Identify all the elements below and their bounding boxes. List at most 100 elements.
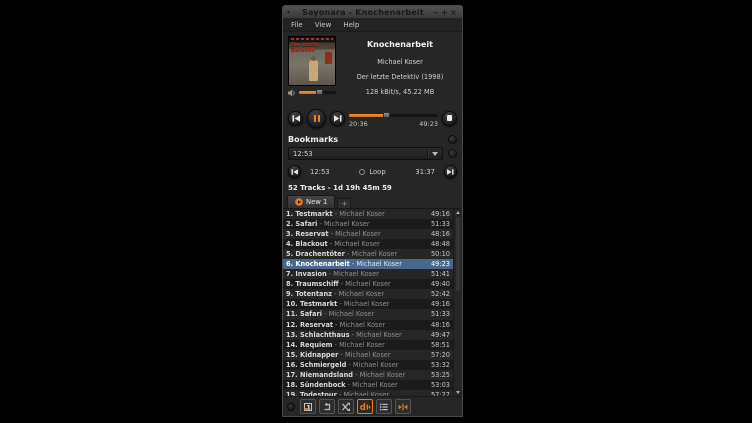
track-number-title: 14. Requiem: [286, 341, 333, 349]
tab-label: New 1: [306, 198, 327, 206]
bookmark-next-button[interactable]: [444, 165, 457, 178]
scroll-thumb[interactable]: [456, 217, 460, 291]
track-artist: - Michael Koser: [327, 270, 379, 278]
track-row[interactable]: 15. Kidnapper - Michael Koser 57:20: [283, 350, 462, 360]
titlebar[interactable]: ▾ Sayonara - Knochenarbeit − + ×: [283, 6, 462, 19]
cover-accent: [325, 52, 332, 64]
track-main: 13. Schlachthaus - Michael Koser: [286, 331, 431, 339]
play-icon: [295, 198, 303, 206]
track-row[interactable]: 2. Safari - Michael Koser 51:33: [283, 219, 462, 229]
seek-handle[interactable]: [383, 112, 390, 118]
playlist: 1. Testmarkt - Michael Koser 49:16 2. Sa…: [283, 209, 462, 396]
track-number-title: 4. Blackout: [286, 240, 328, 248]
gapless-button[interactable]: [395, 399, 411, 414]
track-time: 58:51: [431, 341, 450, 349]
bookmark-remove-button[interactable]: [448, 149, 457, 158]
previous-button[interactable]: [288, 111, 303, 126]
seek-fill: [349, 114, 386, 117]
pause-button[interactable]: [307, 109, 326, 128]
track-row[interactable]: 17. Niemandsland - Michael Koser 53:25: [283, 370, 462, 380]
repeat-all-icon: [322, 402, 332, 412]
playlist-tabbar: New 1 +: [283, 194, 462, 209]
track-time: 49:16: [431, 300, 450, 308]
bookmark-prev-button[interactable]: [288, 165, 301, 178]
tab-new-1[interactable]: New 1: [287, 195, 335, 208]
track-row[interactable]: 7. Invasion - Michael Koser 51:41: [283, 269, 462, 279]
close-button[interactable]: ×: [449, 6, 458, 19]
track-row[interactable]: 16. Schmiergeld - Michael Koser 53:32: [283, 360, 462, 370]
scroll-down-icon[interactable]: [456, 391, 460, 394]
bookmark-select[interactable]: 12:53: [288, 147, 443, 160]
now-playing-title: Knochenarbeit: [343, 40, 457, 49]
repeat-one-button[interactable]: 1: [300, 399, 316, 414]
track-number-title: 8. Traumschiff: [286, 280, 339, 288]
track-row[interactable]: 12. Reservat - Michael Koser 48:16: [283, 320, 462, 330]
track-row[interactable]: 10. Testmarkt - Michael Koser 49:16: [283, 299, 462, 309]
track-main: 3. Reservat - Michael Koser: [286, 230, 431, 238]
append-button[interactable]: [376, 399, 392, 414]
minimize-button[interactable]: −: [431, 6, 440, 19]
window-title: Sayonara - Knochenarbeit: [295, 8, 431, 17]
seek-slider[interactable]: [349, 114, 438, 117]
tab-add-button[interactable]: +: [337, 198, 351, 208]
shuffle-button[interactable]: [338, 399, 354, 414]
track-row[interactable]: 11. Safari - Michael Koser 51:33: [283, 309, 462, 319]
sayonara-window: ▾ Sayonara - Knochenarbeit − + × File Vi…: [282, 5, 463, 417]
track-artist: - Michael Koser: [333, 341, 385, 349]
track-row[interactable]: 5. Drachentöter - Michael Koser 50:10: [283, 249, 462, 259]
track-artist: - Michael Koser: [332, 290, 384, 298]
track-row[interactable]: 6. Knochenarbeit - Michael Koser 49:23: [283, 259, 462, 269]
skip-back-icon: [291, 169, 298, 175]
scroll-up-icon[interactable]: [456, 211, 460, 214]
total-time: 49:23: [419, 120, 438, 128]
playlist-footer: 1 d: [283, 396, 462, 416]
playlist-scrollbar[interactable]: [453, 209, 462, 396]
track-row[interactable]: 14. Requiem - Michael Koser 58:51: [283, 340, 462, 350]
maximize-button[interactable]: +: [440, 6, 449, 19]
track-artist: - Michael Koser: [346, 381, 398, 389]
menu-view[interactable]: View: [309, 21, 338, 29]
dynamic-playback-button[interactable]: d: [357, 399, 373, 414]
track-number-title: 7. Invasion: [286, 270, 327, 278]
track-row[interactable]: 3. Reservat - Michael Koser 48:16: [283, 229, 462, 239]
stop-button[interactable]: [442, 111, 457, 126]
repeat-all-button[interactable]: [319, 399, 335, 414]
loop-radio[interactable]: [359, 169, 365, 175]
volume-handle[interactable]: [316, 89, 323, 95]
menu-file[interactable]: File: [285, 21, 309, 29]
next-button[interactable]: [330, 111, 345, 126]
menu-help[interactable]: Help: [337, 21, 365, 29]
bookmark-add-button[interactable]: [448, 135, 457, 144]
track-artist: - Michael Koser: [353, 371, 405, 379]
track-time: 53:32: [431, 361, 450, 369]
skip-forward-icon: [447, 169, 454, 175]
track-main: 18. Sündenbock - Michael Koser: [286, 381, 431, 389]
track-row[interactable]: 1. Testmarkt - Michael Koser 49:16: [283, 209, 462, 219]
transport-controls: 20:36 49:23: [288, 108, 457, 128]
track-time: 48:48: [431, 240, 450, 248]
volume-slider[interactable]: [299, 91, 336, 94]
cover-figure: [309, 60, 318, 81]
track-row[interactable]: 13. Schlachthaus - Michael Koser 49:47: [283, 330, 462, 340]
now-playing-artist: Michael Koser: [343, 58, 457, 66]
shuffle-icon: [341, 402, 351, 412]
track-row[interactable]: 9. Totentanz - Michael Koser 52:42: [283, 289, 462, 299]
track-row[interactable]: 4. Blackout - Michael Koser 48:48: [283, 239, 462, 249]
album-cover[interactable]: Der letzte Detektiv: [288, 36, 336, 86]
track-time: 52:42: [431, 290, 450, 298]
track-artist: - Michael Koser: [333, 210, 385, 218]
seek-area: 20:36 49:23: [349, 108, 438, 128]
svg-text:1: 1: [306, 403, 311, 411]
now-playing-album: Der letzte Detektiv (1998): [343, 73, 457, 81]
track-row[interactable]: 19. Todestour - Michael Koser 57:27: [283, 390, 462, 396]
track-artist: - Michael Koser: [328, 240, 380, 248]
track-row[interactable]: 8. Traumschiff - Michael Koser 49:40: [283, 279, 462, 289]
window-menu-icon[interactable]: ▾: [287, 9, 295, 16]
track-artist: - Michael Koser: [345, 250, 397, 258]
menubar: File View Help: [283, 19, 462, 32]
playlist-summary: 52 Tracks - 1d 19h 45m 59: [283, 180, 462, 194]
track-time: 51:33: [431, 220, 450, 228]
track-artist: - Michael Koser: [338, 351, 390, 359]
track-row[interactable]: 18. Sündenbock - Michael Koser 53:03: [283, 380, 462, 390]
svg-text:d: d: [360, 403, 366, 412]
